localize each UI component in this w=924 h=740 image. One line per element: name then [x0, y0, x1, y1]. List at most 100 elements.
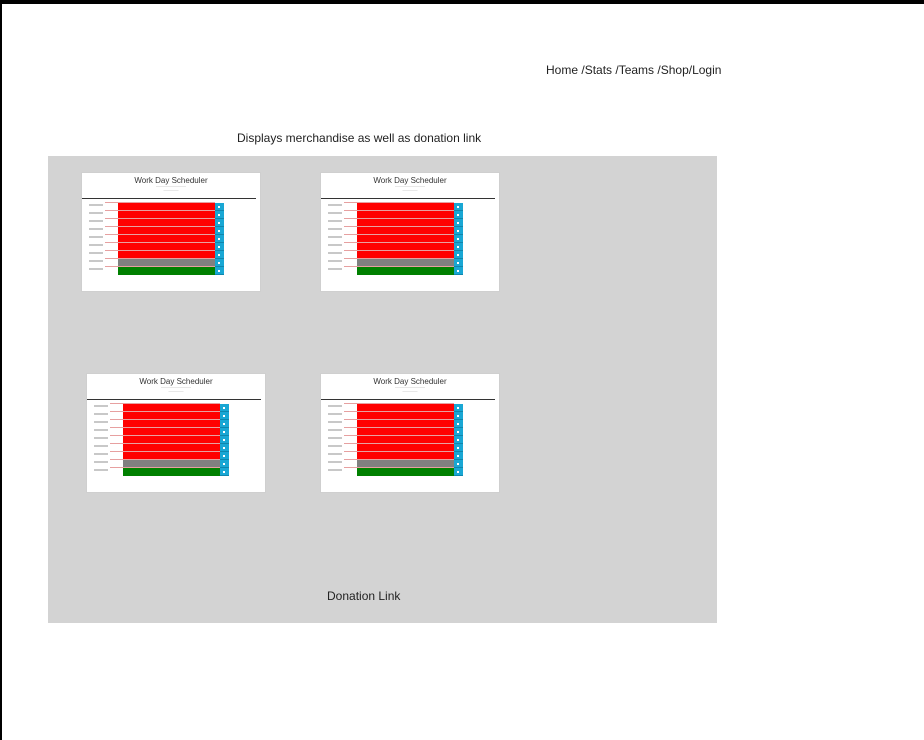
- merch-item-schedule: [89, 202, 224, 275]
- merch-item-subtitle-line: ————————————: [161, 386, 191, 389]
- schedule-hour-label: [328, 268, 342, 270]
- save-icon: [457, 206, 459, 208]
- save-icon: [457, 238, 459, 240]
- nav-teams[interactable]: Teams /: [619, 63, 661, 77]
- nav-stats[interactable]: Stats /: [585, 63, 619, 77]
- schedule-hour-label: [89, 244, 103, 246]
- schedule-row: [328, 202, 463, 211]
- window-top-border: [0, 0, 924, 4]
- window-left-border: [0, 0, 2, 740]
- schedule-hour-label: [328, 437, 342, 439]
- schedule-hour-label: [89, 268, 103, 270]
- schedule-save-button: [220, 452, 229, 460]
- merch-item[interactable]: Work Day Scheduler ———————————— ——————: [320, 373, 500, 493]
- save-icon: [457, 270, 459, 272]
- schedule-hour-label: [94, 429, 108, 431]
- schedule-save-button: [220, 444, 229, 452]
- schedule-row: [94, 435, 229, 444]
- merch-item-subtitle-line: ————————————: [395, 386, 425, 389]
- schedule-row: [328, 266, 463, 275]
- save-icon: [223, 455, 225, 457]
- schedule-hour-label: [89, 204, 103, 206]
- nav-home[interactable]: Home /: [546, 63, 585, 77]
- schedule-hour-label: [89, 260, 103, 262]
- schedule-save-button: [220, 412, 229, 420]
- schedule-row: [328, 427, 463, 436]
- merch-item[interactable]: Work Day Scheduler ———————————— ——————: [320, 172, 500, 292]
- schedule-hour-label: [328, 244, 342, 246]
- schedule-hour-label: [89, 236, 103, 238]
- schedule-row: [94, 451, 229, 460]
- donation-link[interactable]: Donation Link: [327, 589, 400, 603]
- save-icon: [457, 439, 459, 441]
- schedule-hour-label: [94, 445, 108, 447]
- schedule-save-button: [215, 203, 224, 211]
- save-icon: [218, 270, 220, 272]
- save-icon: [457, 254, 459, 256]
- schedule-row: [89, 250, 224, 259]
- merch-item-title: Work Day Scheduler: [373, 377, 447, 386]
- schedule-row: [328, 443, 463, 452]
- schedule-save-button: [220, 468, 229, 476]
- schedule-hour-label: [328, 212, 342, 214]
- merch-item-schedule: [94, 403, 229, 476]
- schedule-hour-label: [89, 220, 103, 222]
- merch-item-subtitle-line: ————————————: [156, 185, 186, 188]
- schedule-row: [89, 202, 224, 211]
- nav-shop[interactable]: Shop/: [661, 63, 692, 77]
- schedule-hour-label: [89, 252, 103, 254]
- schedule-hour-label: [94, 461, 108, 463]
- merch-item-divider: [87, 399, 261, 400]
- schedule-save-button: [215, 259, 224, 267]
- save-icon: [223, 431, 225, 433]
- merch-item-subtitle-line: ——————: [402, 189, 418, 192]
- page-caption: Displays merchandise as well as donation…: [237, 131, 482, 145]
- schedule-save-button: [215, 267, 224, 275]
- merch-item-divider: [82, 198, 256, 199]
- schedule-save-button: [220, 404, 229, 412]
- save-icon: [457, 407, 459, 409]
- save-icon: [457, 447, 459, 449]
- merch-item-subtitle-line: ————————————: [395, 185, 425, 188]
- schedule-hour-label: [89, 212, 103, 214]
- schedule-row: [328, 242, 463, 251]
- save-icon: [457, 463, 459, 465]
- schedule-hour-label: [94, 405, 108, 407]
- save-icon: [218, 238, 220, 240]
- schedule-row: [89, 242, 224, 251]
- merchandise-panel: Work Day Scheduler ———————————— —————— W…: [48, 156, 717, 623]
- save-icon: [457, 214, 459, 216]
- merch-item[interactable]: Work Day Scheduler ———————————— ——————: [86, 373, 266, 493]
- schedule-save-button: [215, 251, 224, 259]
- schedule-row: [328, 451, 463, 460]
- schedule-save-button: [220, 428, 229, 436]
- merch-item-divider: [321, 198, 495, 199]
- schedule-hour-label: [328, 260, 342, 262]
- schedule-row: [328, 459, 463, 468]
- save-icon: [218, 246, 220, 248]
- schedule-hour-label: [328, 421, 342, 423]
- save-icon: [457, 423, 459, 425]
- save-icon: [223, 471, 225, 473]
- schedule-row: [89, 218, 224, 227]
- schedule-save-button: [220, 460, 229, 468]
- schedule-slot: [357, 267, 454, 275]
- merch-item-subtitle-line: ——————: [168, 390, 184, 393]
- schedule-save-button: [454, 267, 463, 275]
- schedule-hour-label: [328, 405, 342, 407]
- save-icon: [218, 214, 220, 216]
- schedule-save-button: [215, 219, 224, 227]
- nav-login[interactable]: Login: [692, 63, 721, 77]
- merch-item[interactable]: Work Day Scheduler ———————————— ——————: [81, 172, 261, 292]
- save-icon: [218, 254, 220, 256]
- schedule-slot: [118, 267, 215, 275]
- schedule-save-button: [220, 436, 229, 444]
- save-icon: [218, 262, 220, 264]
- merch-item-divider: [321, 399, 495, 400]
- merch-item-schedule: [328, 202, 463, 275]
- schedule-save-button: [215, 235, 224, 243]
- schedule-hour-label: [94, 413, 108, 415]
- schedule-save-button: [215, 227, 224, 235]
- schedule-row: [94, 443, 229, 452]
- schedule-save-button: [454, 251, 463, 259]
